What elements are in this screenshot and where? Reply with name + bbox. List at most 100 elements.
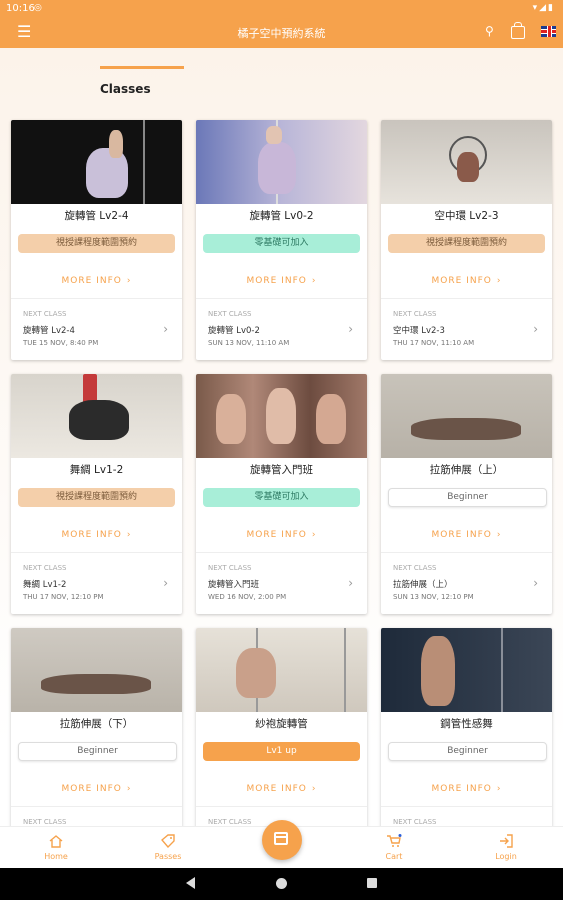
next-class-time: SUN 13 NOV, 12:10 PM [393, 593, 474, 601]
more-info-label: MORE INFO [246, 276, 307, 286]
schedule-fab-button[interactable] [262, 820, 302, 860]
more-info-link[interactable]: MORE INFO › [11, 530, 182, 540]
nav-home[interactable]: Home [16, 827, 96, 869]
class-title: 旋轉管 Lv0-2 [249, 210, 314, 222]
next-class-name: 空中環 Lv2-3 [393, 326, 445, 336]
class-photo [381, 120, 552, 204]
more-info-link[interactable]: MORE INFO › [381, 276, 552, 286]
more-info-label: MORE INFO [246, 530, 307, 540]
class-title: 拉筋伸展（上） [429, 464, 504, 476]
next-class-label: NEXT CLASS [393, 818, 437, 826]
class-photo [196, 120, 367, 204]
class-photo [196, 628, 367, 712]
next-class-label: NEXT CLASS [393, 564, 437, 572]
more-info-link[interactable]: MORE INFO › [11, 784, 182, 794]
next-class-time: WED 16 NOV, 2:00 PM [208, 593, 287, 601]
class-card[interactable]: 拉筋伸展（下） Beginner MORE INFO › NEXT CLASS [11, 628, 182, 826]
level-tag[interactable]: 視授課程度範圍預約 [18, 488, 175, 507]
class-title: 鋼管性感舞 [440, 718, 493, 730]
main-content: Classes 旋轉管 Lv2-4 視授課程度範圍預約 MORE INFO › N… [0, 48, 563, 826]
level-tag[interactable]: Lv1 up [203, 742, 360, 761]
notification-icon: ◎ [34, 3, 42, 13]
class-title: 旋轉管入門班 [250, 464, 313, 476]
next-class-label: NEXT CLASS [208, 310, 252, 318]
next-class-name: 旋轉管 Lv2-4 [23, 326, 75, 336]
system-status-icons: ▾◢▮ [532, 3, 555, 13]
divider [11, 806, 182, 807]
tab-indicator [100, 66, 184, 69]
level-tag[interactable]: 零基礎可加入 [203, 488, 360, 507]
level-tag[interactable]: 視授課程度範圍預約 [388, 234, 545, 253]
divider [196, 552, 367, 553]
next-class-time: SUN 13 NOV, 11:10 AM [208, 339, 290, 347]
divider [381, 806, 552, 807]
nav-login[interactable]: Login [466, 827, 546, 869]
more-info-link[interactable]: MORE INFO › [196, 276, 367, 286]
home-icon [49, 835, 63, 848]
back-icon[interactable] [186, 877, 195, 889]
more-info-link[interactable]: MORE INFO › [381, 784, 552, 794]
divider [196, 298, 367, 299]
tab-classes[interactable]: Classes [100, 82, 151, 96]
more-info-link[interactable]: MORE INFO › [196, 784, 367, 794]
more-info-label: MORE INFO [61, 276, 122, 286]
next-class-label: NEXT CLASS [393, 310, 437, 318]
level-tag[interactable]: 視授課程度範圍預約 [18, 234, 175, 253]
calendar-icon [274, 832, 288, 845]
level-tag[interactable]: Beginner [18, 742, 177, 761]
class-card[interactable]: 舞綢 Lv1-2 視授課程度範圍預約 MORE INFO › NEXT CLASS… [11, 374, 182, 614]
level-tag[interactable]: Beginner [388, 488, 547, 507]
chevron-right-icon: › [496, 530, 502, 540]
divider [381, 552, 552, 553]
divider [196, 806, 367, 807]
app-title: 橘子空中預約系統 [237, 27, 326, 40]
chevron-right-icon: › [311, 784, 317, 794]
chevron-right-icon: › [163, 576, 168, 590]
class-photo [11, 628, 182, 712]
more-info-link[interactable]: MORE INFO › [196, 530, 367, 540]
class-photo [11, 374, 182, 458]
class-photo [11, 120, 182, 204]
more-info-link[interactable]: MORE INFO › [381, 530, 552, 540]
class-card[interactable]: 旋轉管入門班 零基礎可加入 MORE INFO › NEXT CLASS 旋轉管入… [196, 374, 367, 614]
uk-flag-icon[interactable] [541, 26, 556, 37]
chevron-right-icon: › [126, 784, 132, 794]
class-card[interactable]: 紗袍旋轉管 Lv1 up MORE INFO › NEXT CLASS [196, 628, 367, 826]
nav-cart-label: Cart [385, 852, 403, 861]
next-class-name: 旋轉管 Lv0-2 [208, 326, 260, 336]
class-card[interactable]: 空中環 Lv2-3 視授課程度範圍預約 MORE INFO › NEXT CLAS… [381, 120, 552, 360]
recent-apps-icon[interactable] [367, 878, 377, 888]
chevron-right-icon: › [348, 322, 353, 336]
more-info-label: MORE INFO [61, 784, 122, 794]
tag-icon [161, 834, 175, 848]
more-info-label: MORE INFO [431, 530, 492, 540]
nav-passes[interactable]: Passes [128, 827, 208, 869]
more-info-label: MORE INFO [431, 276, 492, 286]
next-class-time: THU 17 NOV, 11:10 AM [393, 339, 475, 347]
next-class-name: 舞綢 Lv1-2 [23, 580, 67, 590]
status-bar: 10:16 ◎ ▾◢▮ [0, 0, 563, 18]
class-card[interactable]: 鋼管性感舞 Beginner MORE INFO › NEXT CLASS [381, 628, 552, 826]
more-info-label: MORE INFO [246, 784, 307, 794]
class-photo [381, 374, 552, 458]
chevron-right-icon: › [126, 276, 132, 286]
nav-cart[interactable]: Cart [354, 827, 434, 869]
class-photo [196, 374, 367, 458]
more-info-label: MORE INFO [61, 530, 122, 540]
class-card[interactable]: 旋轉管 Lv0-2 零基礎可加入 MORE INFO › NEXT CLASS 旋… [196, 120, 367, 360]
home-circle-icon[interactable] [276, 878, 287, 889]
next-class-label: NEXT CLASS [23, 310, 67, 318]
nav-home-label: Home [44, 852, 68, 861]
divider [381, 298, 552, 299]
level-tag[interactable]: 零基礎可加入 [203, 234, 360, 253]
chevron-right-icon: › [348, 576, 353, 590]
class-card[interactable]: 拉筋伸展（上） Beginner MORE INFO › NEXT CLASS 拉… [381, 374, 552, 614]
shopping-bag-icon[interactable] [511, 22, 525, 39]
more-info-link[interactable]: MORE INFO › [11, 276, 182, 286]
level-tag[interactable]: Beginner [388, 742, 547, 761]
next-class-label: NEXT CLASS [23, 564, 67, 572]
class-title: 空中環 Lv2-3 [434, 210, 499, 222]
class-card[interactable]: 旋轉管 Lv2-4 視授課程度範圍預約 MORE INFO › NEXT CLAS… [11, 120, 182, 360]
search-icon[interactable]: ⚲ [485, 24, 494, 38]
next-class-name: 旋轉管入門班 [208, 580, 260, 590]
